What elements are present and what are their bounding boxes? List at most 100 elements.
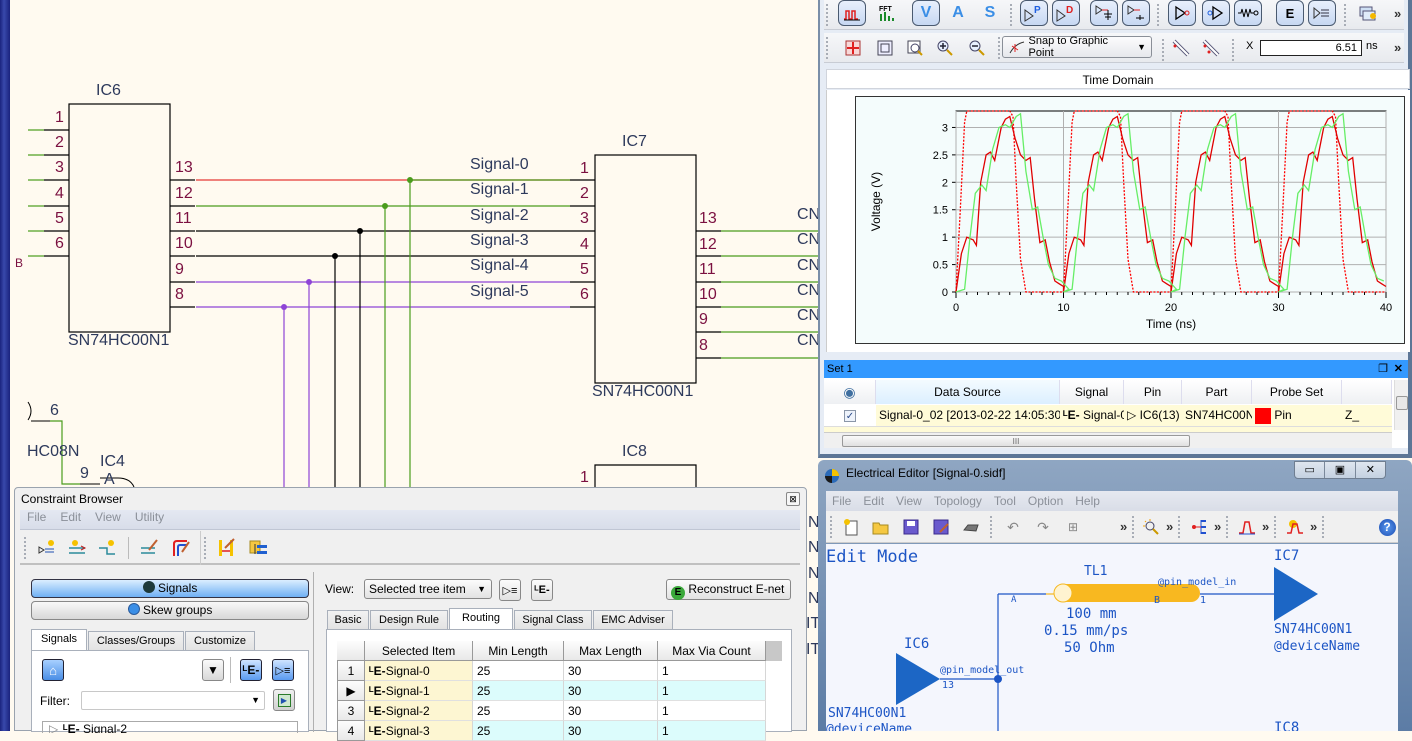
net-label-signal-5[interactable]: Signal-5	[470, 283, 529, 301]
zoom-fit-button[interactable]	[874, 37, 896, 59]
marker-1-button[interactable]	[1170, 37, 1192, 59]
scrollbar-thumb[interactable]: III	[842, 435, 1190, 447]
signal-list-view-button[interactable]: ▷≡	[272, 659, 294, 681]
filter-button[interactable]: ▼	[202, 659, 224, 681]
row-header[interactable]: ▶	[337, 681, 365, 701]
fft-button[interactable]: FFT	[874, 0, 902, 26]
minimize-button[interactable]: ▭	[1295, 462, 1326, 478]
print-button[interactable]	[960, 516, 982, 538]
new-topology-button[interactable]	[96, 537, 118, 559]
tab-signals[interactable]: Signals	[31, 629, 87, 651]
menu-tool[interactable]: Tool	[994, 494, 1016, 508]
cell-min[interactable]: 25	[473, 661, 564, 681]
column-header-data-source[interactable]: Data Source	[876, 380, 1060, 404]
probe-p-button[interactable]: P	[1020, 0, 1048, 26]
cell-probe-set[interactable]: Pin	[1252, 405, 1342, 426]
menu-file[interactable]: File	[832, 494, 851, 508]
row-header[interactable]: 4	[337, 721, 365, 741]
probe-ground-button[interactable]	[1090, 0, 1118, 26]
column-header-part[interactable]: Part	[1182, 380, 1252, 404]
cell-max[interactable]: 30	[564, 701, 658, 721]
probe-diff-button[interactable]	[1122, 0, 1150, 26]
resistor-button[interactable]	[1234, 0, 1262, 26]
cell-min[interactable]: 25	[473, 721, 564, 741]
row-header[interactable]: 1	[337, 661, 365, 681]
column-header-max-length[interactable]: Max Length	[564, 641, 658, 661]
cell-via[interactable]: 1	[658, 721, 766, 741]
s-param-mode-button[interactable]: S	[976, 0, 1004, 26]
cell-signal[interactable]: ᴸE- Signal-0	[1060, 405, 1127, 426]
column-header-signal[interactable]: Signal	[1060, 380, 1124, 404]
menu-utility[interactable]: Utility	[135, 510, 164, 524]
skew-groups-nav-button[interactable]: Skew groups	[31, 601, 309, 620]
menu-file[interactable]: File	[27, 510, 46, 524]
cell-min[interactable]: 25	[473, 681, 564, 701]
toolbar-overflow-chevron[interactable]: »	[1394, 6, 1401, 21]
net-label-signal-0[interactable]: Signal-0	[470, 156, 529, 174]
filter-combobox[interactable]: ▼	[81, 691, 265, 710]
menu-topology[interactable]: Topology	[934, 494, 982, 508]
voltage-mode-button[interactable]: V	[912, 0, 940, 26]
row-visibility-checkbox[interactable]: ✓	[824, 405, 876, 426]
menu-edit[interactable]: Edit	[863, 494, 884, 508]
column-header-max-via-count[interactable]: Max Via Count	[658, 641, 766, 661]
length-rule-button[interactable]	[216, 537, 238, 559]
toolbar-overflow-chevron[interactable]: »	[1166, 519, 1173, 534]
close-button[interactable]: ✕	[1356, 462, 1385, 478]
cell-item[interactable]: ᴸE-Signal-2	[365, 701, 473, 721]
x-coordinate-input[interactable]: 6.51	[1260, 40, 1362, 56]
tab-signal-class[interactable]: Signal Class	[514, 610, 592, 630]
cell-item[interactable]: ᴸE-Signal-3	[365, 721, 473, 741]
net-label-signal-1[interactable]: Signal-1	[470, 181, 529, 199]
driver-button[interactable]	[1168, 0, 1196, 26]
tab-routing[interactable]: Routing	[449, 608, 513, 630]
zoom-fit-all-button[interactable]	[842, 37, 864, 59]
home-button[interactable]: ⌂	[42, 659, 64, 681]
column-header-probe-set[interactable]: Probe Set	[1252, 380, 1342, 404]
new-diff-pair-button[interactable]	[66, 537, 88, 559]
help-button[interactable]: ?	[1376, 516, 1398, 538]
window-settings-button[interactable]	[1354, 0, 1382, 26]
group-tree-button[interactable]	[248, 537, 270, 559]
tree-item-signal-2[interactable]: ▷ ᴸE- Signal-2	[42, 721, 298, 733]
menu-view[interactable]: View	[95, 510, 121, 524]
new-signal-button[interactable]	[36, 537, 58, 559]
tab-classes-groups[interactable]: Classes/Groups	[88, 631, 184, 651]
column-header-min-length[interactable]: Min Length	[473, 641, 564, 661]
tab-emc-adviser[interactable]: EMC Adviser	[593, 610, 673, 630]
cell-via[interactable]: 1	[658, 701, 766, 721]
toolbar-overflow-chevron[interactable]: »	[1120, 519, 1127, 534]
menu-help[interactable]: Help	[1075, 494, 1100, 508]
reconstruct-enet-button[interactable]: E Reconstruct E-net	[666, 579, 791, 600]
zoom-box-button[interactable]	[904, 37, 926, 59]
redo-button[interactable]: ↷	[1032, 516, 1054, 538]
cell-item[interactable]: ᴸE-Signal-1	[365, 681, 473, 701]
component-button[interactable]: ⊞	[1062, 516, 1084, 538]
time-domain-chart[interactable]: 00.511.522.530 10 20 30 40Time (ns)Voltage (…	[856, 97, 1404, 343]
new-file-button[interactable]	[840, 516, 862, 538]
cell-item[interactable]: ᴸE-Signal-0	[365, 661, 473, 681]
signal-list-view-button[interactable]: ▷≡	[499, 579, 521, 601]
view-dropdown[interactable]: Selected tree item ▼	[364, 579, 492, 599]
horizontal-scrollbar[interactable]: III	[824, 432, 1392, 448]
sweep-simulate-button[interactable]	[1284, 516, 1306, 538]
snap-mode-dropdown[interactable]: Snap to Graphic Point ▼	[1002, 35, 1152, 59]
toolbar-overflow-chevron[interactable]: »	[1310, 519, 1317, 534]
maximize-button[interactable]: ▣	[1325, 462, 1356, 478]
topology-canvas[interactable]: Edit Mode TL1 A @pin_model_in B 1 100 mm…	[826, 544, 1398, 731]
edit-routing-button[interactable]	[170, 537, 192, 559]
toolbar-overflow-chevron[interactable]: »	[1214, 519, 1221, 534]
zoom-in-button[interactable]	[934, 37, 956, 59]
cell-via[interactable]: 1	[658, 681, 766, 701]
close-icon[interactable]: ✕	[1394, 360, 1403, 378]
menu-option[interactable]: Option	[1028, 494, 1063, 508]
signal-list-button[interactable]	[1308, 0, 1336, 26]
net-label-signal-4[interactable]: Signal-4	[470, 257, 529, 275]
tab-customize[interactable]: Customize	[185, 631, 255, 651]
edit-diff-pair-button[interactable]	[138, 537, 160, 559]
current-mode-button[interactable]: A	[944, 0, 972, 26]
receiver-button[interactable]	[1202, 0, 1230, 26]
close-button[interactable]: ⊠	[786, 492, 800, 506]
save-as-button[interactable]	[930, 516, 952, 538]
tab-design-rule[interactable]: Design Rule	[370, 610, 448, 630]
